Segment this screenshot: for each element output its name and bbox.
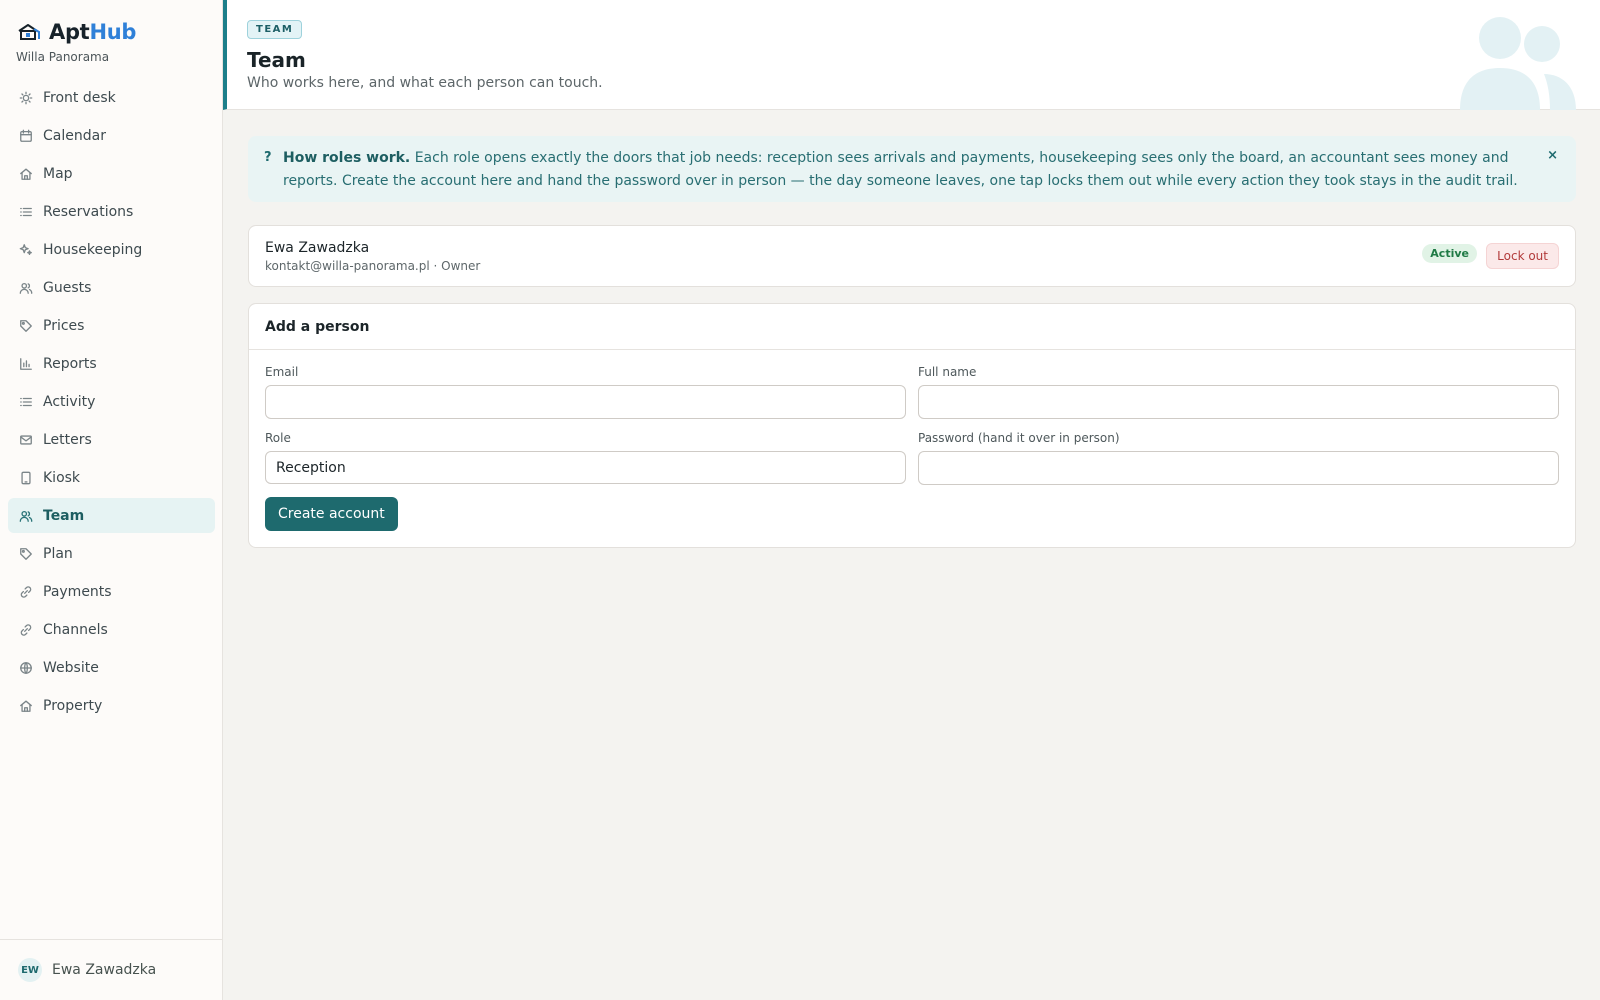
email-field-group: Email: [265, 365, 906, 419]
sidebar-item-label: Housekeeping: [43, 241, 143, 258]
section-badge: TEAM: [247, 20, 303, 39]
bar-chart-icon: [19, 357, 33, 371]
member-name: Ewa Zawadzka: [265, 240, 370, 256]
sidebar-item-label: Kiosk: [43, 469, 81, 486]
info-body: Each role opens exactly the doors that j…: [283, 150, 1518, 189]
sidebar-item-reservations[interactable]: Reservations: [8, 194, 215, 229]
sidebar-item-label: Letters: [43, 431, 92, 448]
sidebar-item-plan[interactable]: Plan: [8, 536, 215, 571]
home-icon: [19, 167, 33, 181]
mail-icon: [19, 433, 33, 447]
sidebar-item-label: Prices: [43, 317, 85, 334]
member-row: Ewa Zawadzka kontakt@willa-panorama.pl ·…: [248, 225, 1576, 287]
full-name-label: Full name: [918, 365, 977, 379]
status-badge: Active: [1422, 244, 1477, 263]
sidebar-item-map[interactable]: Map: [8, 156, 215, 191]
info-title: How roles work.: [283, 150, 411, 166]
tag-icon: [19, 319, 33, 333]
page-header: TEAM Team Who works here, and what each …: [223, 0, 1600, 110]
sidebar-item-label: Front desk: [43, 89, 116, 106]
email-field[interactable]: [265, 385, 906, 419]
list-icon: [19, 205, 33, 219]
tag-icon: [19, 547, 33, 561]
sidebar-item-activity[interactable]: Activity: [8, 384, 215, 419]
calendar-icon: [19, 129, 33, 143]
sidebar-item-label: Activity: [43, 393, 96, 410]
sidebar-item-letters[interactable]: Letters: [8, 422, 215, 457]
user-name: Ewa Zawadzka: [52, 962, 157, 978]
role-field-group: Role Reception: [265, 431, 906, 484]
info-text: How roles work. Each role opens exactly …: [283, 147, 1526, 193]
sidebar-item-calendar[interactable]: Calendar: [8, 118, 215, 153]
users-icon: [19, 509, 33, 523]
sidebar-item-label: Website: [43, 659, 99, 676]
sidebar-item-label: Channels: [43, 621, 108, 638]
lock-out-button[interactable]: Lock out: [1486, 243, 1559, 269]
apthub-logo-icon: [18, 24, 40, 40]
role-select[interactable]: Reception: [265, 451, 906, 484]
list-icon: [19, 395, 33, 409]
sparkle-icon: [19, 243, 33, 257]
users-icon: [19, 281, 33, 295]
link-icon: [19, 585, 33, 599]
password-label: Password (hand it over in person): [918, 431, 1120, 445]
sidebar-item-label: Calendar: [43, 127, 106, 144]
sidebar-item-team[interactable]: Team: [8, 498, 215, 533]
help-icon: ?: [264, 150, 272, 165]
sidebar-item-label: Plan: [43, 545, 73, 562]
sidebar: AptHub Willa Panorama Front desk Calenda…: [0, 0, 223, 1000]
close-icon[interactable]: ×: [1547, 148, 1558, 163]
avatar: EW: [18, 958, 42, 982]
sun-icon: [19, 91, 33, 105]
roles-info-banner: ? How roles work. Each role opens exactl…: [248, 136, 1576, 202]
sidebar-item-property[interactable]: Property: [8, 688, 215, 723]
full-name-field[interactable]: [918, 385, 1559, 419]
globe-icon: [19, 661, 33, 675]
sidebar-item-reports[interactable]: Reports: [8, 346, 215, 381]
home-icon: [19, 699, 33, 713]
create-account-button[interactable]: Create account: [265, 497, 398, 531]
password-field-group: Password (hand it over in person): [918, 431, 1559, 485]
user-menu[interactable]: EW Ewa Zawadzka: [0, 939, 222, 1000]
sidebar-item-payments[interactable]: Payments: [8, 574, 215, 609]
property-name: Willa Panorama: [16, 50, 110, 64]
member-meta: kontakt@willa-panorama.pl · Owner: [265, 259, 481, 273]
sidebar-item-housekeeping[interactable]: Housekeeping: [8, 232, 215, 267]
sidebar-item-kiosk[interactable]: Kiosk: [8, 460, 215, 495]
sidebar-item-label: Reports: [43, 355, 97, 372]
sidebar-item-website[interactable]: Website: [8, 650, 215, 685]
sidebar-nav: Front desk Calendar Map Reservations Hou…: [8, 80, 215, 726]
page-subtitle: Who works here, and what each person can…: [247, 75, 603, 91]
sidebar-item-channels[interactable]: Channels: [8, 612, 215, 647]
team-illustration-icon: [1460, 17, 1576, 110]
email-label: Email: [265, 365, 299, 379]
sidebar-item-label: Guests: [43, 279, 92, 296]
sidebar-item-guests[interactable]: Guests: [8, 270, 215, 305]
sidebar-item-label: Team: [43, 507, 85, 524]
sidebar-item-prices[interactable]: Prices: [8, 308, 215, 343]
tablet-icon: [19, 471, 33, 485]
full-name-field-group: Full name: [918, 365, 1559, 419]
sidebar-item-label: Map: [43, 165, 73, 182]
sidebar-item-label: Reservations: [43, 203, 134, 220]
sidebar-item-front-desk[interactable]: Front desk: [8, 80, 215, 115]
role-label: Role: [265, 431, 291, 445]
page-title: Team: [247, 48, 306, 72]
link-icon: [19, 623, 33, 637]
brand[interactable]: AptHub: [17, 20, 136, 44]
app-name: AptHub: [49, 20, 137, 44]
form-title: Add a person: [249, 304, 1575, 350]
sidebar-item-label: Property: [43, 697, 103, 714]
password-field[interactable]: [918, 451, 1559, 485]
add-person-form: Add a person Email Full name Role Recept…: [248, 303, 1576, 548]
sidebar-item-label: Payments: [43, 583, 112, 600]
